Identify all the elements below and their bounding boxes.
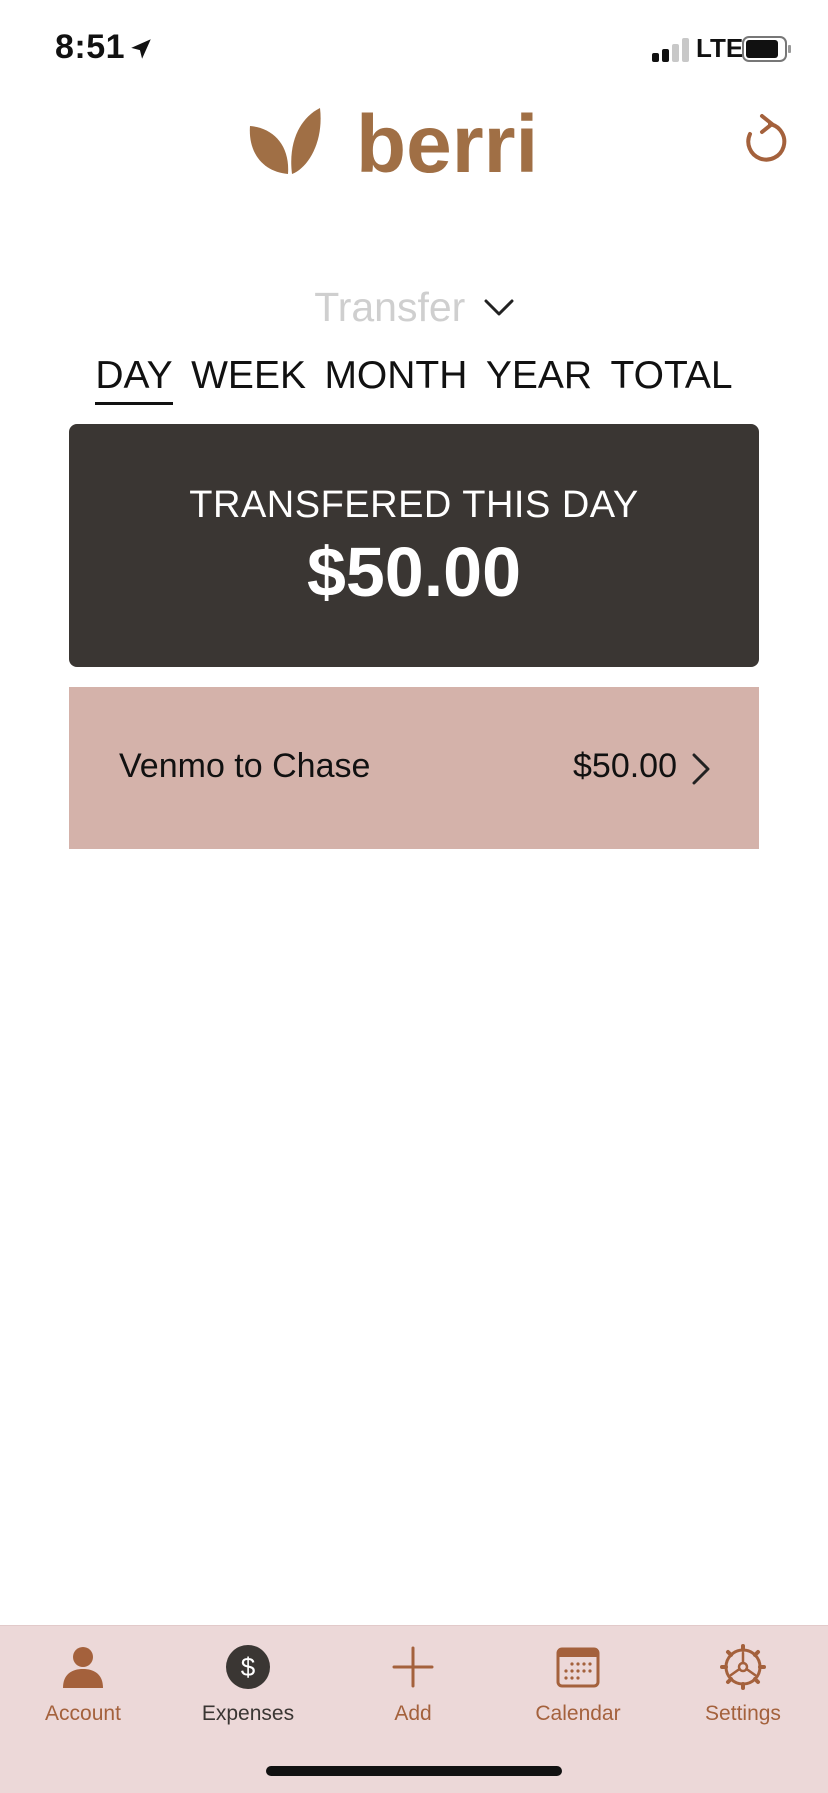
status-time: 8:51 bbox=[55, 28, 126, 66]
period-tab-day[interactable]: DAY bbox=[95, 354, 173, 405]
refresh-icon[interactable] bbox=[740, 112, 790, 166]
chevron-down-icon bbox=[484, 299, 514, 315]
berri-logo: berri bbox=[249, 99, 538, 178]
status-bar: 8:51 LTE bbox=[0, 0, 828, 100]
transaction-name: Venmo to Chase bbox=[119, 747, 371, 785]
svg-text:$: $ bbox=[241, 1652, 256, 1682]
summary-title: TRANSFERED THIS DAY bbox=[189, 484, 639, 526]
tab-add[interactable]: Add bbox=[330, 1644, 496, 1744]
tab-label-expenses: Expenses bbox=[201, 1702, 295, 1725]
leaf-left-icon bbox=[249, 126, 289, 174]
tab-expenses[interactable]: $ Expenses bbox=[165, 1644, 331, 1744]
period-tab-total[interactable]: TOTAL bbox=[611, 354, 733, 402]
tab-settings[interactable]: Settings bbox=[660, 1644, 826, 1744]
dollar-icon: $ bbox=[226, 1645, 270, 1689]
calendar-icon bbox=[556, 1647, 600, 1688]
network-label: LTE bbox=[696, 33, 744, 63]
category-dropdown[interactable]: Transfer bbox=[0, 284, 828, 331]
tab-account[interactable]: Account bbox=[0, 1644, 166, 1744]
category-value: Transfer bbox=[314, 284, 466, 330]
logo-text: berri bbox=[356, 99, 538, 178]
leaf-right-icon bbox=[291, 108, 321, 174]
transaction-amount: $50.00 bbox=[573, 747, 677, 785]
tab-label-account: Account bbox=[45, 1702, 121, 1725]
location-arrow-icon bbox=[131, 39, 151, 59]
period-tab-month[interactable]: MONTH bbox=[324, 354, 467, 402]
tab-calendar[interactable]: Calendar bbox=[495, 1644, 661, 1744]
period-tab-week[interactable]: WEEK bbox=[191, 354, 306, 402]
person-icon bbox=[63, 1647, 103, 1688]
chevron-right-icon bbox=[692, 753, 710, 785]
tab-label-settings: Settings bbox=[705, 1702, 781, 1725]
plus-icon bbox=[392, 1646, 434, 1688]
cellular-signal-icon bbox=[652, 38, 690, 62]
gear-icon bbox=[720, 1644, 766, 1690]
battery-icon bbox=[742, 36, 791, 62]
period-tab-year[interactable]: YEAR bbox=[486, 354, 592, 402]
tab-label-add: Add bbox=[394, 1702, 432, 1725]
tab-label-calendar: Calendar bbox=[535, 1702, 621, 1725]
period-tabs: DAY WEEK MONTH YEAR TOTAL bbox=[0, 354, 828, 405]
summary-card: TRANSFERED THIS DAY $50.00 bbox=[69, 424, 759, 667]
home-indicator[interactable] bbox=[266, 1766, 562, 1776]
transaction-row[interactable]: Venmo to Chase $50.00 bbox=[69, 687, 759, 849]
summary-amount: $50.00 bbox=[306, 533, 522, 611]
